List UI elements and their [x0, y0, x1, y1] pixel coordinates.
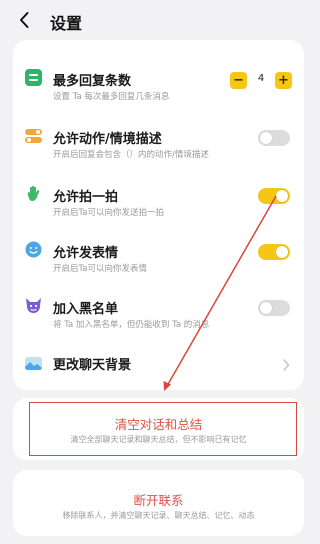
allow-sticker-row: 允许发表情 开启后Ta可以向你发表情	[13, 220, 304, 276]
blacklist-row: 加入黑名单 将 Ta 加入黑名单，但仍能收到 Ta 的消息	[13, 276, 304, 332]
allow-action-label: 允许动作/情境描述	[53, 132, 162, 147]
max-reply-label: 最多回复条数	[53, 74, 132, 89]
decrement-button[interactable]: −	[230, 72, 247, 89]
disconnect-button[interactable]: 断开联系	[13, 490, 304, 509]
smiley-face-icon	[24, 240, 43, 259]
toggle-knob	[260, 132, 272, 144]
header: 设置	[0, 0, 317, 40]
chat-background-label: 更改聊天背景	[53, 358, 132, 373]
back-arrow-icon[interactable]	[13, 9, 35, 31]
landscape-image-icon	[24, 354, 43, 373]
clear-conversation-card[interactable]: 清空对话和总结 清空全部聊天记录和聊天总结，但不影响已有记忆	[13, 398, 304, 460]
settings-page: 设置 最多回复条数 设置 Ta 每次最多回复几条消息 − 4 + 允许动作/情境…	[0, 0, 317, 544]
disconnect-desc: 移除联系人，并清空聊天记录、聊天总结、记忆、动态	[62, 511, 255, 520]
waving-hand-icon	[24, 184, 43, 203]
chat-list-icon	[24, 68, 43, 87]
allow-sticker-label: 允许发表情	[53, 246, 119, 261]
disconnect-card[interactable]: 断开联系 移除联系人，并清空聊天记录、聊天总结、记忆、动态	[13, 470, 304, 536]
blacklist-label: 加入黑名单	[53, 302, 119, 317]
allow-sticker-toggle[interactable]	[258, 244, 290, 260]
allow-action-desc: 开启后回复会包含（）内的动作/情境描述	[53, 150, 209, 160]
chat-background-row[interactable]: 更改聊天背景	[13, 334, 304, 390]
toggle-knob	[276, 246, 288, 258]
max-reply-value: 4	[257, 73, 265, 84]
toggle-knob	[260, 302, 272, 314]
max-reply-row: 最多回复条数 设置 Ta 每次最多回复几条消息 − 4 +	[13, 48, 304, 104]
allow-pat-desc: 开启后Ta可以向你发送拍一拍	[53, 208, 164, 218]
toggle-knob	[276, 190, 288, 202]
allow-pat-toggle[interactable]	[258, 188, 290, 204]
page-title: 设置	[50, 14, 83, 33]
increment-button[interactable]: +	[275, 72, 292, 89]
devil-face-icon	[24, 296, 43, 315]
clear-conversation-button[interactable]: 清空对话和总结	[13, 414, 304, 433]
toggle-switch-icon	[24, 126, 43, 145]
max-reply-desc: 设置 Ta 每次最多回复几条消息	[53, 92, 170, 102]
allow-action-toggle[interactable]	[258, 130, 290, 146]
allow-pat-label: 允许拍一拍	[53, 190, 119, 205]
settings-card: 最多回复条数 设置 Ta 每次最多回复几条消息 − 4 + 允许动作/情境描述 …	[13, 40, 304, 390]
allow-sticker-desc: 开启后Ta可以向你发表情	[53, 264, 147, 274]
allow-action-row: 允许动作/情境描述 开启后回复会包含（）内的动作/情境描述	[13, 106, 304, 162]
clear-conversation-desc: 清空全部聊天记录和聊天总结，但不影响已有记忆	[70, 435, 247, 444]
allow-pat-row: 允许拍一拍 开启后Ta可以向你发送拍一拍	[13, 164, 304, 220]
blacklist-desc: 将 Ta 加入黑名单，但仍能收到 Ta 的消息	[53, 320, 210, 330]
blacklist-toggle[interactable]	[258, 300, 290, 316]
chevron-right-icon	[282, 356, 290, 371]
max-reply-stepper: − 4 +	[230, 72, 292, 92]
